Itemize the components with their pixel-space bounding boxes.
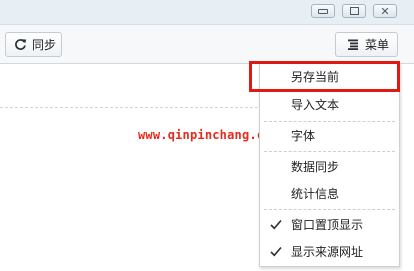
sync-label: 同步	[32, 38, 57, 52]
sync-icon	[14, 38, 27, 51]
menu-item-label: 字体	[291, 129, 316, 143]
close-button[interactable]: ✕	[373, 4, 397, 18]
menu-button[interactable]: 菜单	[335, 32, 398, 57]
menu-item-label: 数据同步	[291, 160, 340, 174]
maximize-icon	[349, 7, 359, 15]
menu-item-statistics[interactable]: 统计信息	[260, 182, 399, 206]
content-divider	[0, 107, 258, 108]
maximize-button[interactable]	[342, 4, 366, 18]
watermark-text: www.qinpinchang.com	[138, 128, 280, 142]
minimize-button[interactable]	[311, 4, 335, 18]
menu-item-always-on-top[interactable]: 窗口置顶显示	[260, 213, 399, 237]
menu-separator	[264, 121, 395, 122]
highlight-box	[249, 61, 400, 92]
check-icon	[270, 219, 282, 230]
dropdown-menu: 另存当前 导入文本 字体 数据同步 统计信息 窗口置顶显示 显示来源网址	[259, 62, 400, 267]
menu-separator	[264, 151, 395, 152]
check-icon	[270, 246, 282, 257]
menu-item-data-sync[interactable]: 数据同步	[260, 155, 399, 179]
menu-label: 菜单	[365, 38, 390, 52]
menu-item-label: 窗口置顶显示	[291, 218, 364, 232]
menu-item-show-source-url[interactable]: 显示来源网址	[260, 240, 399, 264]
sync-button[interactable]: 同步	[5, 32, 62, 57]
title-bar: ✕	[0, 0, 414, 24]
menu-list-icon	[348, 39, 359, 50]
menu-separator	[264, 209, 395, 210]
menu-item-import-text[interactable]: 导入文本	[260, 93, 399, 117]
menu-item-label: 导入文本	[291, 98, 340, 112]
close-icon: ✕	[380, 4, 390, 18]
minimize-icon	[318, 8, 328, 14]
toolbar: 同步 菜单	[0, 24, 414, 64]
menu-item-font[interactable]: 字体	[260, 124, 399, 148]
menu-item-label: 统计信息	[291, 187, 340, 201]
menu-item-label: 显示来源网址	[291, 245, 364, 259]
